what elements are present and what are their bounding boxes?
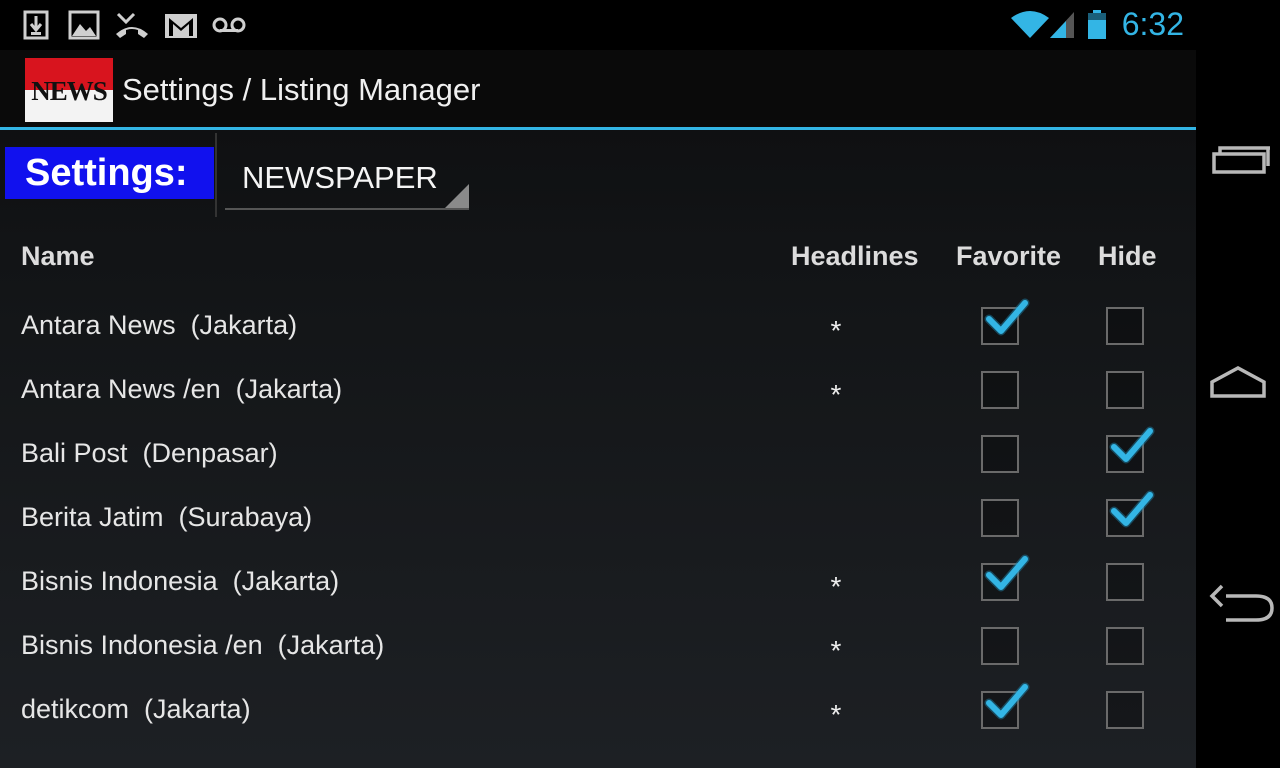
hide-checkbox[interactable] — [1106, 563, 1144, 601]
voicemail-icon — [212, 10, 246, 40]
missed-call-icon — [114, 10, 148, 40]
table-row[interactable]: Berita Jatim (Surabaya) — [0, 489, 1196, 553]
recent-apps-icon[interactable] — [1206, 128, 1270, 192]
hide-checkbox[interactable] — [1106, 426, 1155, 473]
checkmark-icon — [1109, 490, 1155, 528]
app-logo[interactable]: NEWS — [25, 58, 113, 122]
headlines-indicator: * — [830, 635, 842, 666]
action-bar: NEWS Settings / Listing Manager — [0, 50, 1196, 130]
image-icon — [68, 10, 100, 40]
divider — [215, 133, 217, 217]
row-name: Bisnis Indonesia /en (Jakarta) — [21, 630, 385, 660]
table-row[interactable]: Bisnis Indonesia (Jakarta) * — [0, 553, 1196, 617]
status-time: 6:32 — [1121, 6, 1184, 42]
hide-checkbox[interactable] — [1106, 307, 1144, 345]
table-row[interactable]: detikcom (Jakarta) * — [0, 681, 1196, 745]
column-header-name: Name — [21, 241, 95, 271]
category-spinner[interactable]: NEWSPAPER — [225, 150, 469, 210]
favorite-checkbox[interactable] — [981, 627, 1019, 665]
home-icon[interactable] — [1206, 352, 1270, 416]
row-name: Berita Jatim (Surabaya) — [21, 502, 313, 532]
row-name: detikcom (Jakarta) — [21, 694, 251, 724]
checkmark-icon — [984, 682, 1030, 720]
hide-checkbox[interactable] — [1106, 371, 1144, 409]
download-icon — [22, 10, 54, 40]
favorite-checkbox[interactable] — [981, 371, 1019, 409]
headlines-indicator: * — [830, 571, 842, 602]
table-row[interactable]: Antara News /en (Jakarta) * — [0, 361, 1196, 425]
favorite-checkbox[interactable] — [981, 682, 1030, 729]
hide-checkbox[interactable] — [1106, 691, 1144, 729]
favorite-checkbox[interactable] — [981, 499, 1019, 537]
settings-label: Settings: — [25, 152, 188, 194]
row-name: Bali Post (Denpasar) — [21, 438, 278, 468]
favorite-checkbox[interactable] — [981, 298, 1030, 345]
row-name: Antara News /en (Jakarta) — [21, 374, 343, 404]
headlines-indicator: * — [830, 315, 842, 346]
wifi-icon — [1010, 10, 1050, 40]
signal-icon — [1048, 10, 1080, 40]
headlines-indicator: * — [830, 699, 842, 730]
table-row[interactable]: Antara News (Jakarta) * — [0, 297, 1196, 361]
table-row[interactable]: Bisnis Indonesia /en (Jakarta) * — [0, 617, 1196, 681]
favorite-checkbox[interactable] — [981, 435, 1019, 473]
checkmark-icon — [984, 298, 1030, 336]
column-header-hide: Hide — [1098, 241, 1157, 271]
column-header-favorite: Favorite — [956, 241, 1062, 271]
dropdown-arrow-icon — [445, 184, 469, 208]
checkmark-icon — [1109, 426, 1155, 464]
settings-badge: Settings: — [5, 147, 214, 199]
status-bar: 6:32 — [0, 0, 1196, 50]
row-name: Antara News (Jakarta) — [21, 310, 298, 340]
spinner-value: NEWSPAPER — [242, 160, 438, 195]
favorite-checkbox[interactable] — [981, 554, 1030, 601]
back-icon[interactable] — [1206, 576, 1274, 640]
checkmark-icon — [984, 554, 1030, 592]
hide-checkbox[interactable] — [1106, 490, 1155, 537]
table-row[interactable]: Bali Post (Denpasar) — [0, 425, 1196, 489]
app-logo-text: NEWS — [31, 76, 108, 106]
hide-checkbox[interactable] — [1106, 627, 1144, 665]
page-title: Settings / Listing Manager — [122, 72, 481, 107]
navigation-bar — [1196, 0, 1280, 768]
row-name: Bisnis Indonesia (Jakarta) — [21, 566, 340, 596]
app-window: 6:32 NEWS Settings / Listing Manager Set… — [0, 0, 1196, 768]
column-header-headlines: Headlines — [791, 241, 919, 271]
headlines-indicator: * — [830, 379, 842, 410]
battery-icon — [1086, 10, 1110, 40]
gmail-icon — [164, 10, 197, 40]
